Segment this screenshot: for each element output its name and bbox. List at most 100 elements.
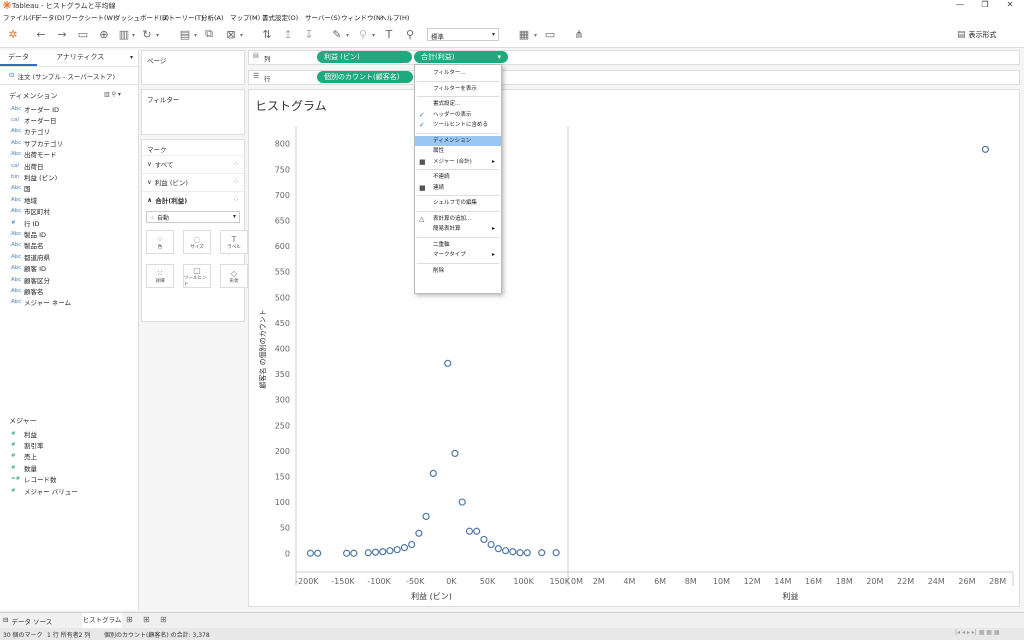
measure-item[interactable]: =# レコード数 [11,474,57,485]
shape-button[interactable]: ◇ 形状 [220,264,248,288]
dimension-item[interactable]: cal 出荷日 [11,160,44,171]
dimension-item[interactable]: Abc 顧客名 [11,285,44,296]
chevron-down-icon[interactable]: ▾ [534,32,540,39]
dimension-item[interactable]: bin 利益 (ビン) [11,171,57,182]
histogram-chart[interactable]: 0 50 100 150 200 250 300 350 400 450 500 550 600 650 7… [248,89,1020,607]
presentation-mode-icon[interactable]: ▭ [543,27,557,41]
refresh-icon[interactable]: ↻ [140,27,154,41]
new-dashboard-icon[interactable]: ⊞ [143,615,150,624]
context-menu-item[interactable]: ツールヒントに含める ✓ [415,120,501,130]
context-menu-item[interactable]: 表計算の追加... △ [415,214,501,224]
tableau-home-icon[interactable]: ✲ [6,27,20,41]
menu-file[interactable]: ファイル(F) [3,12,38,22]
menu-window[interactable]: ウィンドウ(N) [341,12,383,22]
pages-card[interactable]: ページ [141,50,245,85]
measure-item[interactable]: # 割引率 [11,439,44,450]
dimension-item[interactable]: Abc 顧客 ID [11,263,46,274]
measure-item[interactable]: # 売上 [11,451,37,462]
pane-menu-icon[interactable]: ▾ [130,54,133,61]
menu-data[interactable]: データ(D) [35,12,65,22]
tab-analytics[interactable]: アナリティクス [48,50,112,64]
share-icon[interactable]: ⋔ [572,27,586,41]
chevron-down-icon[interactable]: ▾ [346,32,352,39]
dimension-item[interactable]: Abc 製品 ID [11,228,46,239]
redo-icon[interactable]: → [55,27,69,41]
context-menu-item[interactable]: 連続 ■ [415,183,501,193]
context-menu-item[interactable]: ディメンション [415,135,501,146]
sheet-tab-histogram[interactable]: ヒストグラム [82,613,122,628]
dimension-item[interactable]: Abc 地域 [11,194,37,205]
menu-story[interactable]: ストーリー(T) [162,12,204,22]
dimension-item[interactable]: Abc カテゴリ [11,126,50,137]
new-story-icon[interactable]: ⊞ [160,615,167,624]
marks-row-sum-profit[interactable]: ∧ 合計(利益) ⁘ [142,191,244,208]
dimension-item[interactable]: Abc 国 [11,183,31,194]
measure-item[interactable]: # 数量 [11,462,37,473]
context-menu-item[interactable]: フィルター... [415,68,501,78]
menu-map[interactable]: マップ(M) [230,12,260,22]
dimension-item[interactable]: Abc メジャー ネーム [11,297,71,308]
show-labels-icon[interactable]: T [382,27,396,41]
menu-worksheet[interactable]: ワークシート(W) [65,12,116,22]
highlight-icon[interactable]: ✎ [330,27,344,41]
dimension-item[interactable]: Abc サブカテゴリ [11,137,63,148]
fit-select[interactable]: 標準 ▾ [427,28,499,41]
tab-data[interactable]: データ [0,50,37,66]
context-menu-item[interactable]: メジャー (合計) ■ ▸ [415,157,501,167]
menu-dashboard[interactable]: ダッシュボード(B) [114,12,169,22]
maximize-button[interactable]: ❐ [973,0,997,11]
show-me-cards-icon[interactable]: ▦ [517,27,531,41]
save-icon[interactable]: ▭ [76,27,90,41]
context-menu-item[interactable]: 二重軸 [415,240,501,250]
new-sheet-icon[interactable]: ▤ [178,27,192,41]
fix-axes-icon[interactable]: ⚲ [403,27,417,41]
dimension-item[interactable]: Abc オーダー ID [11,103,59,114]
measure-item[interactable]: # メジャー バリュー [11,485,78,496]
chevron-down-icon[interactable]: ▾ [194,32,200,39]
context-menu-item[interactable]: 簡易表計算 ▸ [415,224,501,234]
context-menu-item[interactable]: ヘッダーの表示 ✓ [415,110,501,120]
menu-format[interactable]: 書式設定(O) [262,12,298,22]
dimension-item[interactable]: # 行 ID [11,217,40,228]
context-menu-item[interactable]: シェルフでの編集 [415,198,501,208]
color-button[interactable]: ⁘ 色 [146,230,174,254]
datasource-tab[interactable]: ⊟ データ ソース [3,616,52,626]
sheet-nav-icons[interactable]: |◂ ◂ ▸ ▸| ▦ ▦ ▦ [955,629,1000,636]
swap-rows-columns-icon[interactable]: ⇅ [260,27,274,41]
context-menu-item[interactable]: 書式設定... [415,99,501,109]
dimension-item[interactable]: Abc 出荷モード [11,149,57,160]
show-me-button[interactable]: ▤ 表示形式 [957,28,1017,42]
menu-server[interactable]: サーバー(S) [305,12,340,22]
dimension-item[interactable]: Abc 製品名 [11,240,44,251]
measure-item[interactable]: # 利益 [11,428,37,439]
dimension-item[interactable]: Abc 市区町村 [11,206,50,217]
dimension-item[interactable]: Abc 顧客区分 [11,274,50,285]
minimize-button[interactable]: — [948,0,972,11]
size-button[interactable]: ◌ サイズ [183,230,211,254]
context-menu-item[interactable]: マークタイプ ▸ [415,250,501,260]
context-menu-item[interactable]: 削除 [415,266,501,276]
chevron-down-icon[interactable]: ▾ [240,32,246,39]
pill-count-customer[interactable]: 個別のカウント(顧客名) [317,71,413,83]
menu-help[interactable]: ヘルプ(H) [380,12,409,22]
chevron-down-icon[interactable]: ▾ [372,32,378,39]
filters-card[interactable]: フィルター [141,89,245,135]
context-menu-item[interactable]: 不連続 [415,172,501,182]
pill-profit-bin[interactable]: 利益 (ビン) [317,51,412,63]
context-menu-item[interactable]: フィルターを表示 [415,84,501,94]
search-icon[interactable]: ▥ ⚲ ▾ [104,91,121,98]
detail-button[interactable]: ⁙ 詳細 [146,264,174,288]
label-button[interactable]: T ラベル [220,230,248,254]
marks-row-all[interactable]: ∨ すべて ⁘ [142,155,244,172]
menu-analysis[interactable]: 分析(A) [201,12,224,22]
new-worksheet-icon[interactable]: ⊞ [126,615,133,624]
close-button[interactable]: ✕ [998,0,1022,11]
tooltip-button[interactable]: ▢ ツールヒント [183,264,211,288]
chevron-down-icon[interactable]: ▾ [132,32,138,39]
pill-sum-profit[interactable]: 合計(利益) ▾ [414,51,508,63]
sort-ascending-icon[interactable]: ↥ [281,27,295,41]
group-icon[interactable]: ⚲ [356,27,370,41]
mark-type-select[interactable]: ⁘ 自動 ▾ [146,211,240,223]
chevron-down-icon[interactable]: ▾ [156,32,162,39]
undo-icon[interactable]: ← [34,27,48,41]
